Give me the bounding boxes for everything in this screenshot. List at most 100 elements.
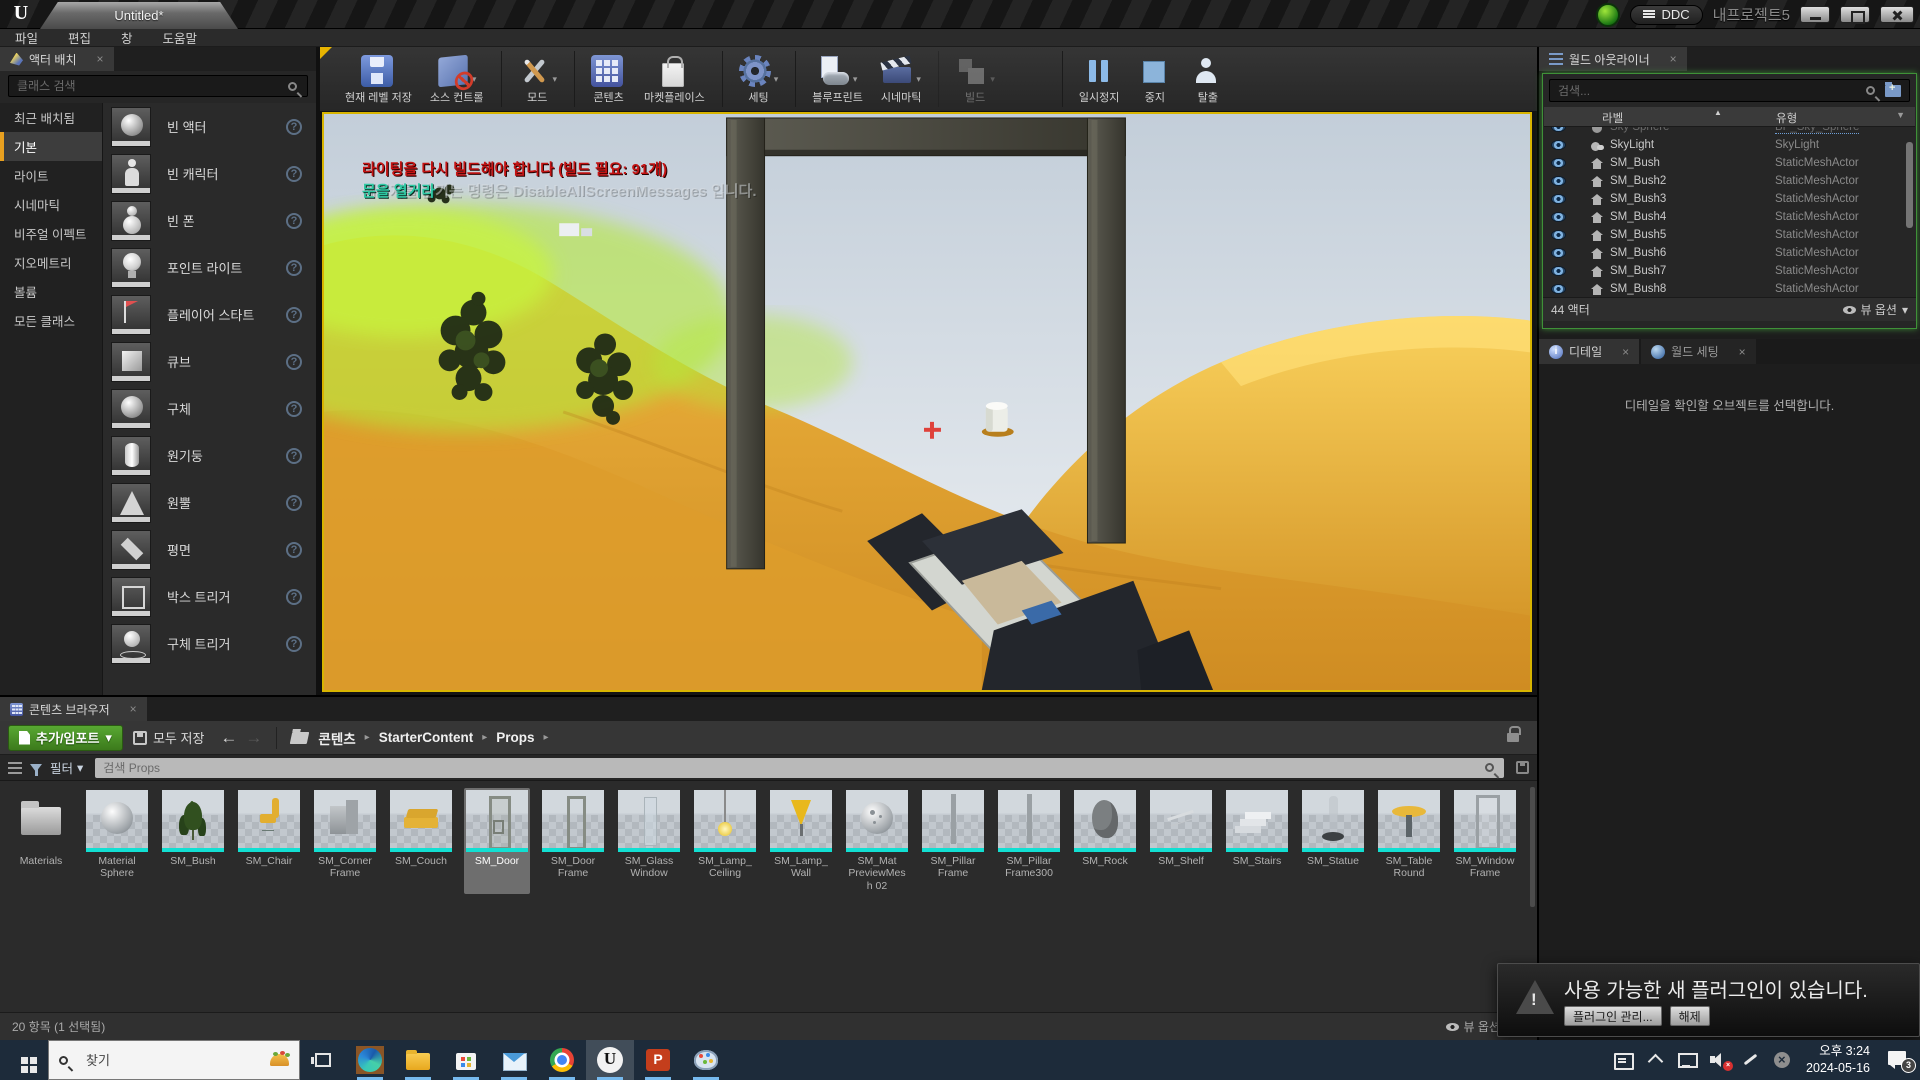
asset-thumbnail[interactable] — [314, 790, 376, 852]
actor-thumbnail[interactable] — [111, 624, 151, 664]
lock-icon[interactable] — [1507, 733, 1519, 742]
chevron-down-icon[interactable]: ▾ — [990, 74, 995, 87]
actor-thumbnail[interactable] — [111, 530, 151, 570]
help-icon[interactable] — [286, 401, 302, 417]
taskbar-app[interactable] — [586, 1040, 634, 1080]
asset-thumbnail[interactable] — [10, 790, 72, 852]
taskbar-app[interactable] — [538, 1040, 586, 1080]
tray-icon[interactable]: × — [1710, 1052, 1728, 1068]
visibility-eye-icon[interactable] — [1551, 140, 1566, 150]
toolbar-button[interactable]: 현재 레벨 저장 — [336, 51, 421, 107]
asset-tile[interactable]: SM_Door — [464, 788, 530, 894]
asset-tile[interactable]: SM_Statue — [1300, 788, 1366, 894]
category-item[interactable]: 모든 클래스 — [0, 306, 102, 335]
category-item[interactable]: 최근 배치됨 — [0, 103, 102, 132]
actor-thumbnail[interactable] — [111, 107, 151, 147]
maximize-button[interactable] — [1840, 6, 1870, 23]
placeable-actor-row[interactable]: 박스 트리거 — [103, 573, 316, 620]
asset-tile[interactable]: SM_Shelf — [1148, 788, 1214, 894]
help-icon[interactable] — [286, 354, 302, 370]
visibility-eye-icon[interactable] — [1551, 127, 1566, 132]
outliner-row[interactable]: SM_Bush3 StaticMeshActor — [1543, 190, 1916, 208]
chevron-down-icon[interactable]: ▾ — [916, 74, 921, 87]
action-center-icon[interactable]: 3 — [1888, 1051, 1910, 1069]
asset-thumbnail[interactable] — [86, 790, 148, 852]
asset-tile[interactable]: SM_Lamp_ Wall — [768, 788, 834, 894]
close-icon[interactable] — [130, 702, 137, 716]
outliner-row[interactable]: SM_Bush6 StaticMeshActor — [1543, 244, 1916, 262]
visibility-eye-icon[interactable] — [1551, 176, 1566, 186]
chevron-down-icon[interactable]: ▾ — [853, 74, 858, 87]
actor-thumbnail[interactable] — [111, 295, 151, 335]
asset-thumbnail[interactable] — [618, 790, 680, 852]
taskbar-clock[interactable]: 오후 3:24 2024-05-16 — [1806, 1043, 1870, 1077]
visibility-eye-icon[interactable] — [1551, 230, 1566, 240]
menu-item[interactable]: 파일 — [0, 28, 53, 47]
asset-tile[interactable]: SM_Glass Window — [616, 788, 682, 894]
asset-thumbnail[interactable] — [1454, 790, 1516, 852]
asset-thumbnail[interactable] — [694, 790, 756, 852]
toolbar-button[interactable]: ▾ 세팅 — [722, 51, 788, 107]
category-item[interactable]: 라이트 — [0, 161, 102, 190]
asset-tile[interactable]: SM_Bush — [160, 788, 226, 894]
asset-thumbnail[interactable] — [390, 790, 452, 852]
asset-tile[interactable]: SM_Pillar Frame — [920, 788, 986, 894]
visibility-eye-icon[interactable] — [1551, 212, 1566, 222]
tray-icon[interactable] — [1742, 1052, 1760, 1068]
asset-tile[interactable]: SM_Chair — [236, 788, 302, 894]
placeable-actor-row[interactable]: 큐브 — [103, 338, 316, 385]
taskbar-app[interactable] — [634, 1040, 682, 1080]
toolbar-button[interactable]: 콘텐츠 — [574, 51, 635, 107]
placeable-actor-row[interactable]: 빈 캐릭터 — [103, 150, 316, 197]
help-icon[interactable] — [286, 213, 302, 229]
actor-thumbnail[interactable] — [111, 201, 151, 241]
column-type[interactable]: 유형 — [1776, 110, 1797, 126]
taskbar-app[interactable] — [394, 1040, 442, 1080]
back-button[interactable]: ← — [220, 728, 237, 748]
taskbar-app[interactable] — [442, 1040, 490, 1080]
help-icon[interactable] — [286, 260, 302, 276]
asset-thumbnail[interactable] — [238, 790, 300, 852]
visibility-eye-icon[interactable] — [1551, 248, 1566, 258]
taskbar-search[interactable] — [48, 1040, 300, 1080]
filter-funnel-icon[interactable] — [30, 764, 42, 772]
asset-thumbnail[interactable] — [770, 790, 832, 852]
help-icon[interactable] — [286, 495, 302, 511]
asset-thumbnail[interactable] — [542, 790, 604, 852]
close-button[interactable] — [1880, 6, 1914, 23]
placeable-actor-row[interactable]: 원뿔 — [103, 479, 316, 526]
asset-thumbnail[interactable] — [998, 790, 1060, 852]
asset-thumbnail[interactable] — [1150, 790, 1212, 852]
close-icon[interactable] — [1622, 345, 1629, 359]
placeable-actor-row[interactable]: 빈 액터 — [103, 103, 316, 150]
category-item[interactable]: 볼륨 — [0, 277, 102, 306]
asset-tile[interactable]: Material Sphere — [84, 788, 150, 894]
visibility-eye-icon[interactable] — [1551, 158, 1566, 168]
placeable-actor-row[interactable]: 원기둥 — [103, 432, 316, 479]
asset-tile[interactable]: SM_Corner Frame — [312, 788, 378, 894]
tray-icon[interactable] — [1614, 1052, 1632, 1068]
toolbar-button[interactable]: ▾ 블루프린트 — [795, 51, 872, 107]
menu-item[interactable]: 창 — [106, 28, 148, 47]
outliner-row[interactable]: SM_Bush7 StaticMeshActor — [1543, 262, 1916, 280]
outliner-search-input[interactable] — [1550, 84, 1866, 98]
taskbar-search-input[interactable] — [86, 1053, 262, 1068]
help-icon[interactable] — [286, 636, 302, 652]
placeable-actor-row[interactable]: 구체 트리거 — [103, 620, 316, 667]
outliner-row[interactable]: SM_Bush2 StaticMeshActor — [1543, 172, 1916, 190]
tutorial-icon[interactable] — [1596, 3, 1620, 27]
menu-item[interactable]: 도움말 — [148, 28, 213, 47]
add-folder-icon[interactable] — [1885, 85, 1901, 97]
placeable-actor-row[interactable]: 구체 — [103, 385, 316, 432]
toolbar-button[interactable]: ▾ 빌드 — [938, 51, 1004, 107]
outliner-row[interactable]: SM_Bush5 StaticMeshActor — [1543, 226, 1916, 244]
actor-thumbnail[interactable] — [111, 154, 151, 194]
asset-thumbnail[interactable] — [1302, 790, 1364, 852]
outliner-row[interactable]: Sky Sphere BP_Sky_Sphere — [1543, 127, 1916, 136]
asset-tile[interactable]: SM_Window Frame — [1452, 788, 1518, 894]
tab-world-settings[interactable]: 월드 세팅 — [1641, 339, 1756, 364]
save-all-button[interactable]: 모두 저장 — [133, 728, 204, 747]
ddc-button[interactable]: DDC — [1630, 5, 1702, 25]
help-icon[interactable] — [286, 307, 302, 323]
outliner-row[interactable]: SM_Bush4 StaticMeshActor — [1543, 208, 1916, 226]
